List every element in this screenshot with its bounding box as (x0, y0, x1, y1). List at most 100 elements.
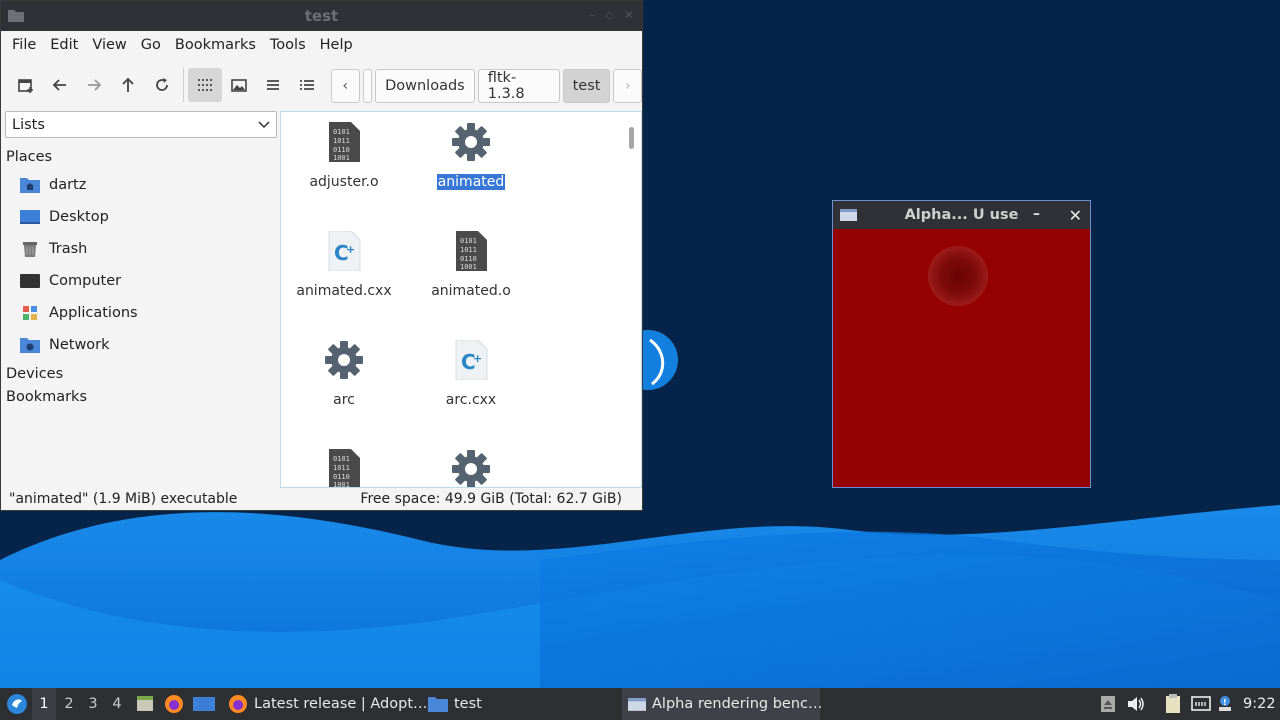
task-label: Latest release | Adopt… (254, 696, 428, 712)
devices-header[interactable]: Devices (5, 363, 277, 386)
menu-edit[interactable]: Edit (43, 37, 85, 53)
svg-text:+: + (346, 243, 355, 256)
svg-text:0110: 0110 (460, 255, 477, 263)
file-name: adjuster.o (309, 174, 379, 190)
chevron-left-icon: ‹ (342, 78, 349, 94)
file-item[interactable]: C + animated.cxx (284, 229, 404, 299)
workspace-4[interactable]: 4 (105, 688, 129, 720)
minimize-icon[interactable]: – (1033, 206, 1040, 222)
svg-text:0101: 0101 (333, 455, 350, 463)
file-item[interactable]: arc (284, 338, 404, 408)
firefox-launcher[interactable] (163, 688, 185, 720)
close-icon[interactable]: ✕ (624, 8, 634, 23)
bookmarks-header[interactable]: Bookmarks (5, 386, 277, 409)
svg-text:0110: 0110 (333, 146, 350, 154)
sidebar-item-applications[interactable]: Applications (5, 297, 277, 329)
compact-list-icon (267, 80, 279, 90)
arrow-right-icon (88, 79, 102, 91)
file-item[interactable]: C + arc.cxx (411, 338, 531, 408)
file-manager-launcher[interactable] (134, 688, 156, 720)
workspace-1[interactable]: 1 (32, 688, 56, 720)
window-icon (840, 209, 857, 221)
list-view-button[interactable] (290, 68, 324, 102)
sidebar-item-label: Desktop (49, 209, 109, 225)
maximize-icon[interactable]: ⬦ (606, 8, 614, 23)
gear-icon (322, 338, 366, 382)
file-item[interactable]: 0101 1011 0110 1001 animated.o (411, 229, 531, 299)
file-item[interactable]: 0101 1011 0110 1001 adjuster.o (284, 120, 404, 190)
file-item-selected[interactable]: animated (411, 120, 531, 190)
close-icon[interactable]: ✕ (1069, 206, 1082, 225)
forward-button[interactable] (77, 68, 111, 102)
chevron-right-icon: › (624, 78, 631, 94)
show-desktop-button[interactable] (192, 688, 216, 720)
svg-text:1001: 1001 (333, 481, 350, 488)
file-list[interactable]: 0101 1011 0110 1001 adjuster.o animated C + … (280, 111, 642, 488)
sidebar-item-computer[interactable]: Computer (5, 265, 277, 297)
sidebar-item-label: Network (49, 337, 110, 353)
file-item[interactable]: 0101 1011 0110 1001 (284, 447, 404, 488)
binary-file-icon: 0101 1011 0110 1001 (322, 120, 366, 164)
compact-view-button[interactable] (256, 68, 290, 102)
thumbnail-view-button[interactable] (222, 68, 256, 102)
sidebar-item-home[interactable]: dartz (5, 169, 277, 201)
sidebar-item-label: Computer (49, 273, 122, 289)
tray-updates[interactable]: ! (1215, 688, 1235, 720)
task-firefox[interactable]: Latest release | Adopt… (222, 688, 428, 720)
vertical-scrollbar[interactable] (629, 127, 634, 149)
firefox-icon (228, 694, 248, 714)
new-tab-button[interactable] (9, 68, 43, 102)
folder-icon (8, 10, 24, 22)
detailed-list-icon (300, 80, 314, 90)
applications-icon (19, 303, 41, 323)
app-menu-button[interactable] (4, 688, 30, 720)
tray-network[interactable] (1190, 688, 1212, 720)
path-segment-downloads[interactable]: Downloads (375, 69, 475, 103)
tray-eject[interactable] (1098, 688, 1118, 720)
reload-button[interactable] (145, 68, 179, 102)
menu-file[interactable]: File (5, 37, 43, 53)
path-segment-fltk[interactable]: fltk-1.3.8 (477, 69, 560, 103)
menu-go[interactable]: Go (134, 37, 168, 53)
up-button[interactable] (111, 68, 145, 102)
menu-bar: File Edit View Go Bookmarks Tools Help (1, 31, 642, 59)
menu-help[interactable]: Help (313, 37, 360, 53)
back-button[interactable] (43, 68, 77, 102)
menu-view[interactable]: View (85, 37, 133, 53)
path-scroll-left-button[interactable]: ‹ (331, 69, 360, 103)
svg-text:1001: 1001 (460, 263, 477, 271)
toolbar-separator (183, 68, 184, 102)
task-alpha-rendering[interactable]: Alpha rendering benc… (622, 688, 823, 720)
menu-bookmarks[interactable]: Bookmarks (168, 37, 263, 53)
menu-tools[interactable]: Tools (263, 37, 313, 53)
sidebar-item-label: Applications (49, 305, 138, 321)
tray-volume[interactable] (1125, 688, 1147, 720)
icon-view-button[interactable] (188, 68, 222, 102)
status-free-space: Free space: 49.9 GiB (Total: 62.7 GiB) (360, 491, 622, 507)
side-pane-mode-select[interactable]: Lists (5, 111, 277, 138)
places-header[interactable]: Places (5, 146, 277, 169)
minimize-icon[interactable]: – (590, 8, 596, 23)
window-titlebar[interactable]: test – ⬦ ✕ (1, 1, 642, 31)
window-icon (628, 697, 646, 711)
sidebar-item-trash[interactable]: Trash (5, 233, 277, 265)
taskbar: 1 2 3 4 Latest release | Adopt… test Alp… (0, 688, 1280, 720)
clock[interactable]: 9:22 (1243, 688, 1276, 720)
workspace-2[interactable]: 2 (57, 688, 81, 720)
path-overflow-button[interactable] (362, 69, 373, 103)
svg-text:0101: 0101 (333, 128, 350, 136)
workspace-3[interactable]: 3 (81, 688, 105, 720)
gear-icon (449, 447, 493, 487)
file-item[interactable] (411, 447, 531, 487)
trash-icon (19, 239, 41, 259)
tray-clipboard[interactable] (1162, 688, 1184, 720)
task-label: Alpha rendering benc… (652, 696, 823, 712)
sidebar-item-network[interactable]: Network (5, 329, 277, 361)
render-canvas[interactable] (833, 229, 1090, 487)
path-scroll-right-button[interactable]: › (613, 69, 642, 103)
task-label: test (454, 696, 482, 712)
task-file-manager[interactable]: test (422, 688, 620, 720)
path-segment-test[interactable]: test (562, 69, 611, 103)
sidebar-item-desktop[interactable]: Desktop (5, 201, 277, 233)
window-titlebar[interactable]: Alpha... U use – ✕ (833, 201, 1090, 229)
